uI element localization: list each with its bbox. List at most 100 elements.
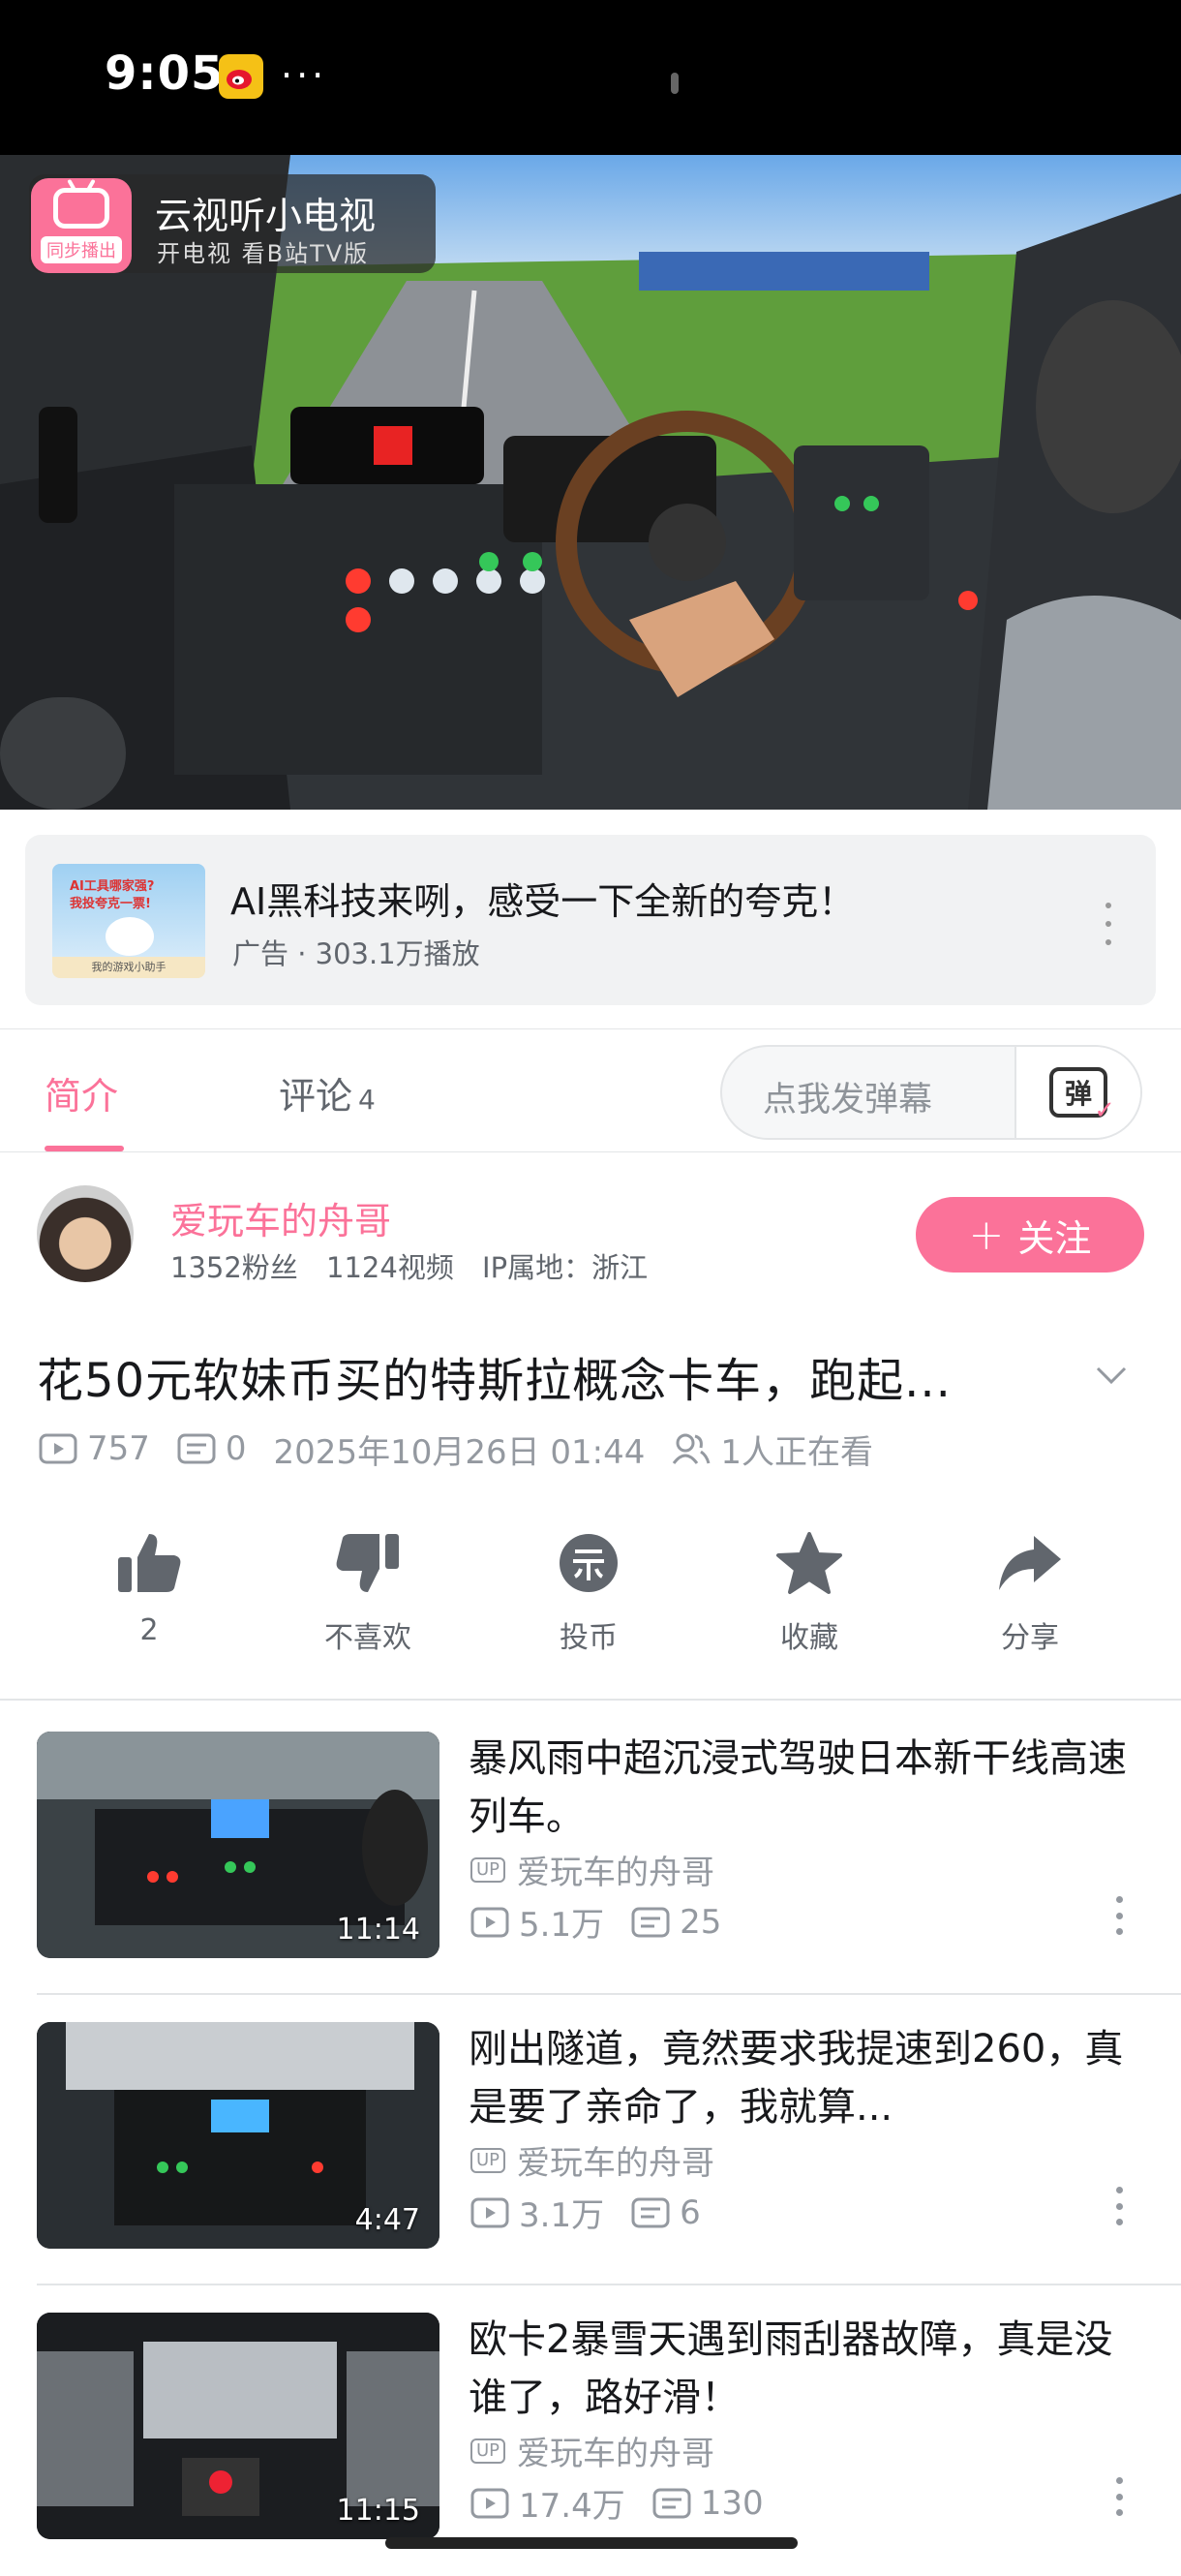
rec-author[interactable]: UP 爱玩车的舟哥 [470, 1846, 714, 1893]
tab-indicator [45, 1146, 124, 1151]
rec-title: 暴风雨中超沉浸式驾驶日本新干线高速列车。 [469, 1736, 1127, 1839]
tv-badge-subtitle: 开电视 看B站TV版 [157, 240, 370, 267]
up-badge-icon: UP [470, 1856, 506, 1883]
follow-label: 关注 [1017, 1216, 1092, 1260]
thumb-up-icon [118, 1534, 181, 1592]
follow-button[interactable]: + 关注 [916, 1197, 1144, 1273]
rec-stats: 3.1万 6 [470, 2189, 701, 2236]
play-count-icon [470, 2197, 509, 2227]
video-duration: 11:15 [336, 2494, 420, 2528]
play-count-icon [39, 1433, 77, 1464]
avatar[interactable] [37, 1185, 134, 1282]
notification-dots: ··· [281, 54, 328, 97]
mascot-icon [106, 917, 154, 956]
rec-title: 欧卡2暴雪天遇到雨刮器故障，真是没谁了，路好滑！ [469, 2317, 1113, 2420]
ad-thumb-line1: AI工具哪家强? [70, 879, 155, 894]
status-bar: 9:05 ··· [0, 0, 1181, 155]
danmaku-placeholder: 点我发弹幕 [763, 1081, 933, 1119]
plus-icon: + [968, 1210, 1005, 1260]
chevron-down-icon[interactable] [1094, 1358, 1129, 1393]
tv-logo-icon: 同步播出 [31, 178, 132, 273]
danmaku-count: 0 [225, 1429, 247, 1468]
ad-thumb-line2: 我投夸克一票! [70, 897, 151, 911]
video-duration: 11:14 [336, 1913, 420, 1947]
uploader-stats: 1352粉丝 1124视频 IP属地：浙江 [170, 1251, 649, 1284]
coin-button[interactable]: 投币 [511, 1530, 666, 1656]
uploader-name[interactable]: 爱玩车的舟哥 [170, 1191, 391, 1244]
status-time: 9:05 [105, 46, 225, 101]
more-icon[interactable] [1113, 2187, 1125, 2225]
danmaku-icon: 弹 [1049, 1067, 1115, 1125]
rec-author-name: 爱玩车的舟哥 [517, 2144, 715, 2183]
tab-comments[interactable]: 评论 4 [279, 1066, 376, 1119]
danmaku-count-icon [652, 2488, 691, 2518]
rec-danmaku: 6 [680, 2193, 701, 2232]
video-duration: 4:47 [354, 2203, 420, 2237]
watching-count: 1人正在看 [720, 1432, 874, 1472]
share-icon [999, 1536, 1061, 1590]
coin-label: 投币 [560, 1621, 618, 1655]
rec-views: 17.4万 [519, 2487, 625, 2526]
rec-author-name: 爱玩车的舟哥 [517, 1854, 715, 1892]
tv-badge-title: 云视听小电视 [155, 195, 377, 237]
dislike-label: 不喜欢 [324, 1621, 411, 1655]
play-count-icon [470, 2488, 509, 2518]
rec-title: 刚出隧道，竟然要求我提速到260，真是要了亲命了，我就算... [469, 2027, 1124, 2130]
rec-danmaku: 130 [700, 2483, 764, 2523]
divider [0, 1699, 1181, 1701]
danmaku-count-icon [177, 1433, 216, 1464]
list-item[interactable]: 11:14 暴风雨中超沉浸式驾驶日本新干线高速列车。 UP 爱玩车的舟哥 5.1万… [0, 1704, 1181, 1995]
danmaku-input[interactable]: 点我发弹幕 弹 [720, 1045, 1142, 1140]
ad-card[interactable]: AI工具哪家强? 我投夸克一票! 我的游戏小助手 AI黑科技来咧，感受一下全新的… [25, 835, 1156, 1005]
danmaku-count-icon [631, 1907, 670, 1937]
up-badge-icon: UP [470, 2147, 506, 2173]
more-icon[interactable] [1113, 1896, 1125, 1935]
share-label: 分享 [1001, 1621, 1059, 1655]
share-button[interactable]: 分享 [953, 1530, 1107, 1656]
video-title: 花50元软妹币买的特斯拉概念卡车，跑起... [37, 1354, 952, 1408]
ad-thumbnail: AI工具哪家强? 我投夸克一票! 我的游戏小助手 [52, 864, 205, 978]
publish-datetime: 2025年10月26日 01:44 [273, 1432, 646, 1472]
rec-author[interactable]: UP 爱玩车的舟哥 [470, 2136, 714, 2184]
video-thumbnail[interactable]: 11:15 [37, 2313, 439, 2539]
rec-stats: 5.1万 25 [470, 1898, 721, 1946]
camera-cutout [671, 73, 679, 94]
list-item[interactable]: 4:47 刚出隧道，竟然要求我提速到260，真是要了亲命了，我就算... UP 爱… [0, 1995, 1181, 2285]
coin-icon [560, 1534, 618, 1592]
dislike-button[interactable]: 不喜欢 [290, 1530, 445, 1656]
ad-meta: 广告 · 303.1万播放 [232, 937, 480, 970]
list-item[interactable]: 11:15 欧卡2暴雪天遇到雨刮器故障，真是没谁了，路好滑！ UP 爱玩车的舟哥 … [0, 2285, 1181, 2576]
like-button[interactable]: 2 [72, 1530, 227, 1647]
tv-app-badge[interactable]: 同步播出 云视听小电视 开电视 看B站TV版 [29, 174, 436, 273]
home-indicator[interactable] [385, 2537, 798, 2549]
ad-thumb-footer: 我的游戏小助手 [52, 957, 205, 978]
ad-title: AI黑科技来咧，感受一下全新的夸克！ [230, 880, 856, 923]
comments-count: 4 [358, 1084, 376, 1116]
rec-stats: 17.4万 130 [470, 2479, 764, 2527]
weibo-icon [219, 54, 263, 99]
favorite-button[interactable]: 收藏 [732, 1530, 887, 1656]
action-bar: 2 不喜欢 投币 收藏 分享 [0, 1530, 1181, 1666]
sync-label: 同步播出 [41, 236, 122, 263]
video-thumbnail[interactable]: 4:47 [37, 2022, 439, 2249]
tab-bar: 简介 评论 4 点我发弹幕 弹 [0, 1028, 1181, 1152]
uploader-row: 爱玩车的舟哥 1352粉丝 1124视频 IP属地：浙江 + 关注 [0, 1162, 1181, 1298]
rec-author-name: 爱玩车的舟哥 [517, 2435, 715, 2473]
view-count: 757 [87, 1429, 150, 1468]
rec-danmaku: 25 [680, 1902, 722, 1942]
favorite-label: 收藏 [780, 1621, 838, 1655]
more-icon[interactable] [1094, 903, 1123, 945]
more-icon[interactable] [1113, 2477, 1125, 2516]
play-count-icon [470, 1907, 509, 1937]
rec-views: 5.1万 [519, 1906, 605, 1945]
tab-intro[interactable]: 简介 [45, 1066, 118, 1119]
up-badge-icon: UP [470, 2438, 506, 2464]
video-thumbnail[interactable]: 11:14 [37, 1732, 439, 1958]
danmaku-count-icon [631, 2197, 670, 2227]
rec-author[interactable]: UP 爱玩车的舟哥 [470, 2427, 714, 2474]
danmaku-toggle-button[interactable]: 弹 [1014, 1047, 1140, 1138]
people-icon [673, 1433, 711, 1464]
video-meta: 757 0 2025年10月26日 01:44 1人正在看 [39, 1427, 874, 1472]
star-icon [776, 1532, 842, 1594]
tab-comments-label: 评论 [279, 1075, 353, 1118]
